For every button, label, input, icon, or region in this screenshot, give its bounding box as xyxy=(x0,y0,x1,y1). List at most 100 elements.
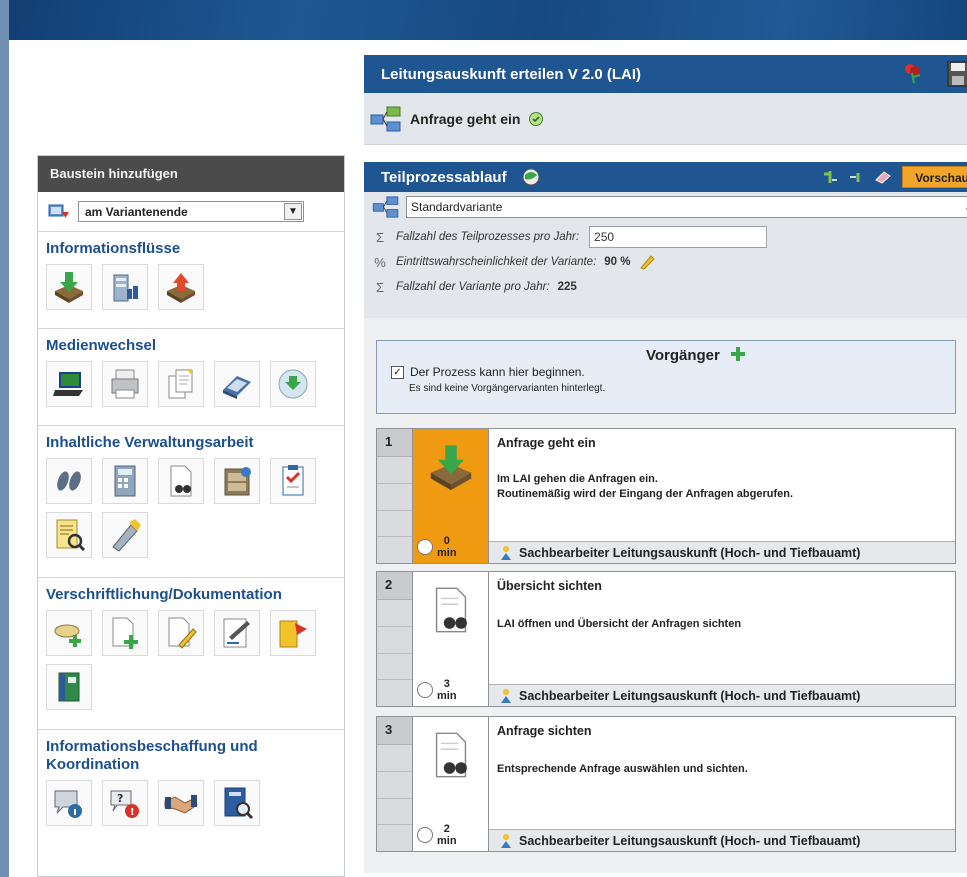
variant-select-value: Standardvariante xyxy=(411,200,503,214)
question-icon[interactable]: ?! xyxy=(102,780,148,826)
person-icon xyxy=(501,545,511,560)
document-copy-icon[interactable] xyxy=(158,361,204,407)
process-step[interactable]: 3 2 min Anfrage sichten Entsprechende Anf… xyxy=(376,716,956,852)
calculator-icon[interactable] xyxy=(102,458,148,504)
panel-header: Baustein hinzufügen xyxy=(38,156,344,192)
step-icon-cell: 2 min xyxy=(413,717,489,851)
inbox-download-icon[interactable] xyxy=(46,264,92,310)
step-number: 3 xyxy=(377,717,412,745)
predecessor-title-row: Vorgänger xyxy=(397,346,955,364)
sum-icon: Σ xyxy=(375,229,385,245)
start-checkbox[interactable]: ✓ xyxy=(391,365,404,379)
folder-pin-icon[interactable] xyxy=(270,610,316,656)
variant-count-row: Σ Fallzahl der Variante pro Jahr: 225 xyxy=(372,276,967,298)
step-body: Übersicht sichten LAI öffnen und Übersic… xyxy=(489,572,955,706)
eraser-icon[interactable] xyxy=(874,170,892,184)
sum-icon: Σ xyxy=(375,279,385,295)
step-title: Anfrage geht ein xyxy=(497,436,596,450)
handshake-icon[interactable] xyxy=(158,780,204,826)
category-informationsfluesse: Informationsflüsse xyxy=(38,232,344,329)
chevron-down-icon[interactable]: ▼ xyxy=(284,203,302,220)
person-icon xyxy=(501,833,511,848)
step-role: Sachbearbeiter Leitungsauskunft (Hoch- u… xyxy=(489,684,955,706)
fallzahl-row: Σ Fallzahl des Teilprozesses pro Jahr: 2… xyxy=(372,226,967,248)
person-icon xyxy=(501,688,511,703)
chat-info-icon[interactable] xyxy=(46,780,92,826)
category-dokumentation: Verschriftlichung/Dokumentation xyxy=(38,578,344,730)
category-title: Inhaltliche Verwaltungsarbeit xyxy=(46,434,254,451)
cd-icon[interactable] xyxy=(270,361,316,407)
save-icon[interactable] xyxy=(946,61,967,87)
flower-icon[interactable] xyxy=(900,61,924,85)
tab-teilprozessablauf[interactable]: Teilprozessablauf xyxy=(381,169,507,186)
position-select[interactable]: am Variantenende ▼ xyxy=(78,201,304,222)
process-flow-icon xyxy=(370,106,401,131)
preview-button[interactable]: Vorschau xyxy=(902,166,967,188)
step-body: Anfrage geht ein Im LAI gehen die Anfrag… xyxy=(489,429,955,563)
process-step[interactable]: 1 0 min Anfrage geht ein Im LAI gehen die… xyxy=(376,428,956,564)
duration-value: 3 xyxy=(443,678,450,690)
add-position-row: am Variantenende ▼ xyxy=(38,192,344,232)
step-handle[interactable]: 1 xyxy=(377,429,413,563)
clock-icon xyxy=(417,682,433,698)
pen-tool-icon[interactable] xyxy=(102,512,148,558)
fallzahl-input[interactable]: 250 xyxy=(589,226,768,248)
step-description: Im LAI gehen die Anfragen ein. xyxy=(497,473,658,485)
outbox-upload-icon[interactable] xyxy=(158,264,204,310)
scanner-icon[interactable] xyxy=(214,361,260,407)
cabinet-icon[interactable] xyxy=(214,458,260,504)
globe-icon[interactable] xyxy=(521,167,541,187)
variant-count-value: 225 xyxy=(557,281,577,293)
checklist-icon[interactable] xyxy=(270,458,316,504)
plus-icon[interactable] xyxy=(730,346,746,362)
variant-select[interactable]: Standardvariante ⌄ xyxy=(406,196,967,218)
document-binoculars-icon[interactable] xyxy=(158,458,204,504)
variant-count-label: Fallzahl der Variante pro Jahr: xyxy=(396,281,550,293)
top-banner xyxy=(9,0,967,40)
percent-icon: % xyxy=(374,254,386,270)
category-medienwechsel: Medienwechsel xyxy=(38,329,344,426)
duration-unit: min xyxy=(437,690,457,702)
step-duration: 2 min xyxy=(417,823,457,847)
step-icon-cell: 3 min xyxy=(413,572,489,706)
book-search-icon[interactable] xyxy=(214,780,260,826)
archive-bin-icon[interactable] xyxy=(102,264,148,310)
category-title: Informationsflüsse xyxy=(46,240,181,257)
document-add-icon[interactable] xyxy=(102,610,148,656)
step-title: Übersicht sichten xyxy=(497,579,602,593)
role-label: Sachbearbeiter Leitungsauskunft (Hoch- u… xyxy=(519,545,861,560)
step-number: 1 xyxy=(377,429,412,457)
probability-row: % Eintrittswahrscheinlichkeit der Varian… xyxy=(372,251,967,273)
predecessor-note: Es sind keine Vorgängervarianten hinterl… xyxy=(409,383,606,394)
duration-value: 2 xyxy=(443,823,450,835)
variant-flow-icon xyxy=(372,196,399,218)
document-binoculars-icon xyxy=(435,587,467,633)
step-handle[interactable]: 3 xyxy=(377,717,413,851)
process-steps-area: Vorgänger ✓ Der Prozess kann hier beginn… xyxy=(364,318,967,873)
svg-text:?: ? xyxy=(117,792,123,805)
laptop-icon[interactable] xyxy=(46,361,92,407)
process-step[interactable]: 2 3 min Übersicht sichten LAI öffnen und … xyxy=(376,571,956,707)
binder-icon[interactable] xyxy=(46,664,92,710)
category-title: Verschriftlichung/Dokumentation xyxy=(46,586,282,603)
footsteps-icon[interactable] xyxy=(46,458,92,504)
printer-icon[interactable] xyxy=(102,361,148,407)
add-branch-icon[interactable] xyxy=(822,170,838,184)
step-icon-cell: 0 min xyxy=(413,429,489,563)
sign-document-icon[interactable] xyxy=(214,610,260,656)
clock-icon xyxy=(417,539,433,555)
step-role: Sachbearbeiter Leitungsauskunft (Hoch- u… xyxy=(489,541,955,563)
document-search-icon[interactable] xyxy=(46,512,92,558)
step-body: Anfrage sichten Entsprechende Anfrage au… xyxy=(489,717,955,851)
pencil-icon[interactable] xyxy=(639,254,655,270)
status-icon xyxy=(529,111,544,126)
start-checkbox-row[interactable]: ✓ Der Prozess kann hier beginnen. xyxy=(391,365,955,379)
step-handle[interactable]: 2 xyxy=(377,572,413,706)
disk-add-icon[interactable] xyxy=(46,610,92,656)
remove-branch-icon[interactable] xyxy=(848,170,864,184)
start-checkbox-label: Der Prozess kann hier beginnen. xyxy=(410,365,585,379)
step-description: Routinemäßig wird der Eingang der Anfrag… xyxy=(497,488,794,500)
step-description: LAI öffnen und Übersicht der Anfragen si… xyxy=(497,618,742,630)
fallzahl-label: Fallzahl des Teilprozesses pro Jahr: xyxy=(396,231,580,243)
document-edit-icon[interactable] xyxy=(158,610,204,656)
